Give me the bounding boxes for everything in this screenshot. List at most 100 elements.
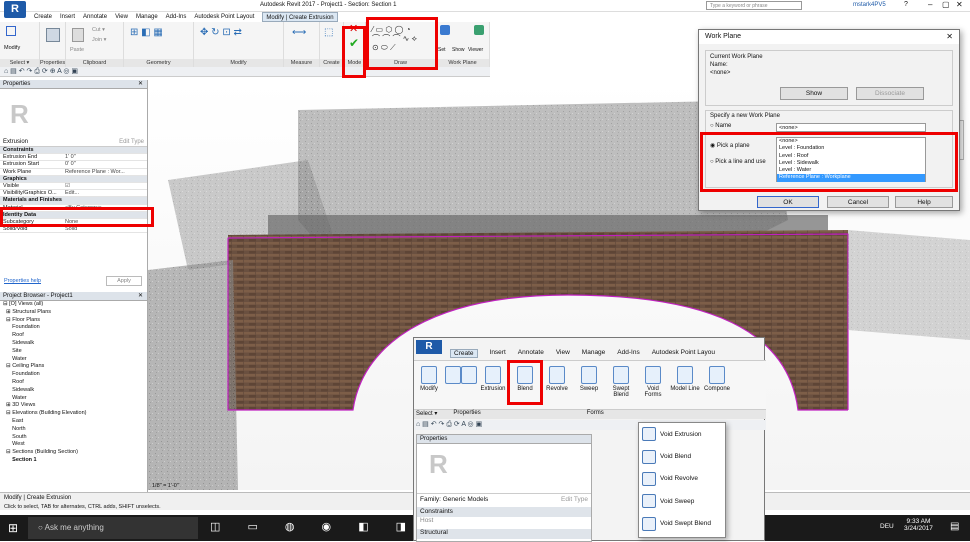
cut-button[interactable]: Cut ▾ xyxy=(92,27,105,33)
tree-item[interactable]: Roof xyxy=(3,379,147,387)
tab-add-ins[interactable]: Add-Ins xyxy=(166,12,187,22)
property-row[interactable]: Visible ☑ xyxy=(0,183,147,191)
show-button[interactable]: Show xyxy=(780,87,848,100)
properties-help-link[interactable]: Properties help xyxy=(4,278,41,284)
tree-item[interactable]: Section 1 xyxy=(3,457,147,465)
inset-family-selector[interactable]: Family: Generic Models Edit Type xyxy=(417,493,591,505)
property-value[interactable]: 0' 0" xyxy=(62,161,147,167)
close-icon[interactable]: ✕ xyxy=(956,0,963,9)
modify-button[interactable]: Modify xyxy=(4,45,20,51)
property-row[interactable]: Constraints xyxy=(0,147,147,155)
close-icon[interactable]: ✕ xyxy=(138,292,143,301)
dissociate-button[interactable]: Dissociate xyxy=(856,87,924,100)
tree-item[interactable]: ⊟ Floor Plans xyxy=(3,317,147,325)
tree-item[interactable]: ⊟ Ceiling Plans xyxy=(3,363,147,371)
viewer-button[interactable]: Viewer xyxy=(468,47,483,53)
property-row[interactable]: Materials and Finishes xyxy=(0,197,147,205)
inset-tool-button[interactable]: Model Line xyxy=(670,363,700,407)
windows-start-icon[interactable]: ⊞ xyxy=(8,521,18,535)
option-name[interactable]: ○ Name xyxy=(710,123,731,129)
language-indicator[interactable]: DEU xyxy=(880,523,894,530)
tab-insert[interactable]: Insert xyxy=(60,12,75,22)
tree-item[interactable]: ⊞ Structural Plans xyxy=(3,309,147,317)
ok-button[interactable]: OK xyxy=(757,196,819,208)
inset-tool-button[interactable]: Swept Blend xyxy=(606,363,636,407)
property-value[interactable]: 1' 0" xyxy=(62,154,147,160)
close-icon[interactable]: ✕ xyxy=(138,80,143,89)
tree-item[interactable]: Site xyxy=(3,348,147,356)
tree-item[interactable]: East xyxy=(3,418,147,426)
void-menu-item[interactable]: Void Sweep xyxy=(639,490,725,512)
inset-tab[interactable]: Annotate xyxy=(518,349,544,358)
tree-item[interactable]: ⊟ Sections (Building Section) xyxy=(3,449,147,457)
tab-modify-create-extrusion[interactable]: Modify | Create Extrusion xyxy=(262,12,338,22)
inset-tool-button[interactable]: Sweep xyxy=(574,363,604,407)
tab-create[interactable]: Create xyxy=(34,12,52,22)
tab-manage[interactable]: Manage xyxy=(136,12,158,22)
paste-button[interactable]: Paste xyxy=(70,47,84,53)
group-label-select[interactable]: Select ▾ xyxy=(0,59,39,67)
app-menu-button[interactable]: R xyxy=(4,1,26,18)
geometry-icons[interactable]: ⊞ ◧ ▦ xyxy=(130,27,163,38)
void-menu-item[interactable]: Void Blend xyxy=(639,445,725,467)
void-menu-item[interactable]: Void Revolve xyxy=(639,468,725,490)
inset-tool-button[interactable]: Extrusion xyxy=(478,363,508,407)
inset-tab[interactable]: Insert xyxy=(490,349,506,358)
tree-item[interactable]: ⊟ [O] Views (all) xyxy=(3,301,147,309)
tab-point-layout[interactable]: Autodesk Point Layout xyxy=(194,12,254,22)
set-work-plane-icon[interactable] xyxy=(440,25,450,35)
property-value[interactable] xyxy=(62,147,147,153)
property-row[interactable]: Extrusion Start 0' 0" xyxy=(0,161,147,169)
property-row[interactable]: Graphics xyxy=(0,175,147,183)
properties-icon[interactable] xyxy=(46,28,60,42)
tree-item[interactable]: South xyxy=(3,434,147,442)
quick-access-icons[interactable]: ⌂ ▤ ↶ ↷ ⎙ ⟳ ⊕ A ◎ ▣ xyxy=(4,67,78,76)
modify-tools-icons[interactable]: ✥ ↻ ⊡ ⇄ xyxy=(200,27,242,38)
maximize-icon[interactable]: ▢ xyxy=(942,0,950,9)
tree-item[interactable]: Roof xyxy=(3,332,147,340)
join-button[interactable]: Join ▾ xyxy=(92,37,106,43)
inset-tool-button[interactable]: Modify xyxy=(414,363,444,407)
minimize-icon[interactable]: – xyxy=(928,0,932,9)
property-value[interactable] xyxy=(62,197,147,203)
tab-view[interactable]: View xyxy=(115,12,128,22)
show-button[interactable]: Show xyxy=(452,47,465,53)
create-icon[interactable]: ⬚ xyxy=(324,27,333,38)
set-button[interactable]: Set xyxy=(438,47,446,53)
notifications-icon[interactable]: ▤ xyxy=(950,521,959,532)
inset-tool-button[interactable] xyxy=(461,363,477,407)
tree-item[interactable]: Water xyxy=(3,356,147,364)
dialog-close-icon[interactable]: ✕ xyxy=(946,30,953,44)
property-value[interactable]: Reference Plane : Wor... xyxy=(62,169,147,175)
measure-icon[interactable]: ⟷ xyxy=(292,27,306,38)
help-button[interactable]: Help xyxy=(895,196,953,208)
cancel-button[interactable]: Cancel xyxy=(827,196,889,208)
inset-tab[interactable]: Create xyxy=(450,349,478,358)
type-selector[interactable]: Extrusion Edit Type xyxy=(0,137,147,147)
property-value[interactable]: Edit... xyxy=(62,190,147,196)
cortana-search[interactable]: ○ Ask me anything xyxy=(28,517,198,539)
inset-tool-button[interactable]: Void Forms xyxy=(638,363,668,407)
tree-item[interactable]: Sidewalk xyxy=(3,387,147,395)
inset-tab[interactable]: Manage xyxy=(582,349,606,358)
tree-item[interactable]: Foundation xyxy=(3,371,147,379)
property-value[interactable] xyxy=(62,176,147,182)
inset-tool-button[interactable]: Revolve xyxy=(542,363,572,407)
viewer-icon[interactable] xyxy=(474,25,484,35)
property-row[interactable]: Visibility/Graphics O... Edit... xyxy=(0,190,147,198)
inset-app-button[interactable]: R xyxy=(416,340,442,354)
void-menu-item[interactable]: Void Swept Blend xyxy=(639,513,725,535)
tree-item[interactable]: Sidewalk xyxy=(3,340,147,348)
search-input[interactable]: Type a keyword or phrase xyxy=(706,1,802,10)
user-name[interactable]: mstark4PV5 xyxy=(853,2,886,8)
tree-item[interactable]: Water xyxy=(3,395,147,403)
inset-tab[interactable]: Add-Ins xyxy=(617,349,639,358)
property-row[interactable]: Extrusion End 1' 0" xyxy=(0,154,147,162)
inset-tool-button[interactable]: Compone xyxy=(702,363,732,407)
tab-annotate[interactable]: Annotate xyxy=(83,12,107,22)
tree-item[interactable]: West xyxy=(3,441,147,449)
inset-select-label[interactable]: Select ▾ xyxy=(416,410,437,419)
work-plane-combo[interactable]: <none> xyxy=(776,123,926,132)
tree-item[interactable]: North xyxy=(3,426,147,434)
help-icon[interactable]: ? xyxy=(904,1,908,8)
